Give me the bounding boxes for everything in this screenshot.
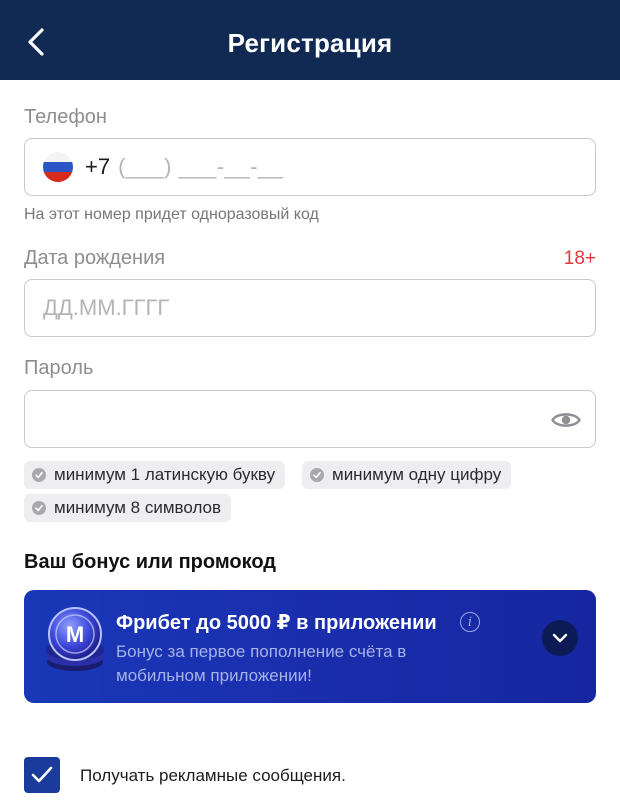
bonus-name: Фрибет до 5000 ₽ в приложении (116, 612, 437, 634)
chevron-down-icon (552, 633, 568, 643)
bonus-description: Бонус за первое пополнение счёта в мобил… (116, 642, 407, 685)
expand-bonus-button[interactable] (542, 620, 578, 656)
coin-icon: M (46, 607, 104, 671)
phone-hint: На этот номер придет одноразовый код (24, 206, 319, 223)
bonus-section-title: Ваш бонус или промокод (24, 551, 276, 573)
requirement-text: минимум 1 латинскую букву (54, 465, 276, 484)
requirement-text: минимум одну цифру (332, 465, 502, 484)
info-icon[interactable]: i (460, 612, 480, 632)
coin-letter: M (66, 622, 84, 647)
check-circle-icon (32, 501, 46, 515)
phone-country-code: +7 (85, 154, 111, 179)
checkmark-icon (31, 766, 53, 783)
birthdate-label: Дата рождения (24, 247, 166, 269)
show-password-button[interactable] (551, 405, 581, 435)
check-circle-icon (32, 468, 46, 482)
ads-consent-checkbox[interactable] (24, 757, 60, 793)
eye-icon (551, 413, 581, 427)
password-field[interactable] (24, 390, 596, 448)
phone-field[interactable]: +7 (___) ___-__-__ (24, 138, 596, 196)
russia-flag-icon (43, 152, 73, 182)
check-circle-icon (310, 468, 324, 482)
password-label: Пароль (24, 357, 94, 379)
password-input[interactable] (43, 391, 543, 447)
age-badge: 18+ (563, 248, 596, 269)
phone-mask: (___) ___-__-__ (118, 154, 284, 179)
page-title: Регистрация (227, 28, 393, 58)
password-requirement: минимум 8 символов (24, 494, 232, 522)
birthdate-field[interactable] (24, 279, 596, 337)
password-requirement: минимум одну цифру (302, 461, 512, 489)
phone-label: Телефон (24, 106, 107, 128)
top-bar: Регистрация (0, 0, 620, 80)
ads-consent-label[interactable]: Получать рекламные сообщения. (80, 766, 346, 786)
requirement-text: минимум 8 символов (54, 498, 222, 517)
bonus-card[interactable]: M Фрибет до 5000 ₽ в приложении i Бонус … (24, 590, 596, 703)
birthdate-input[interactable] (43, 280, 543, 336)
password-requirement: минимум 1 латинскую букву (24, 461, 286, 489)
